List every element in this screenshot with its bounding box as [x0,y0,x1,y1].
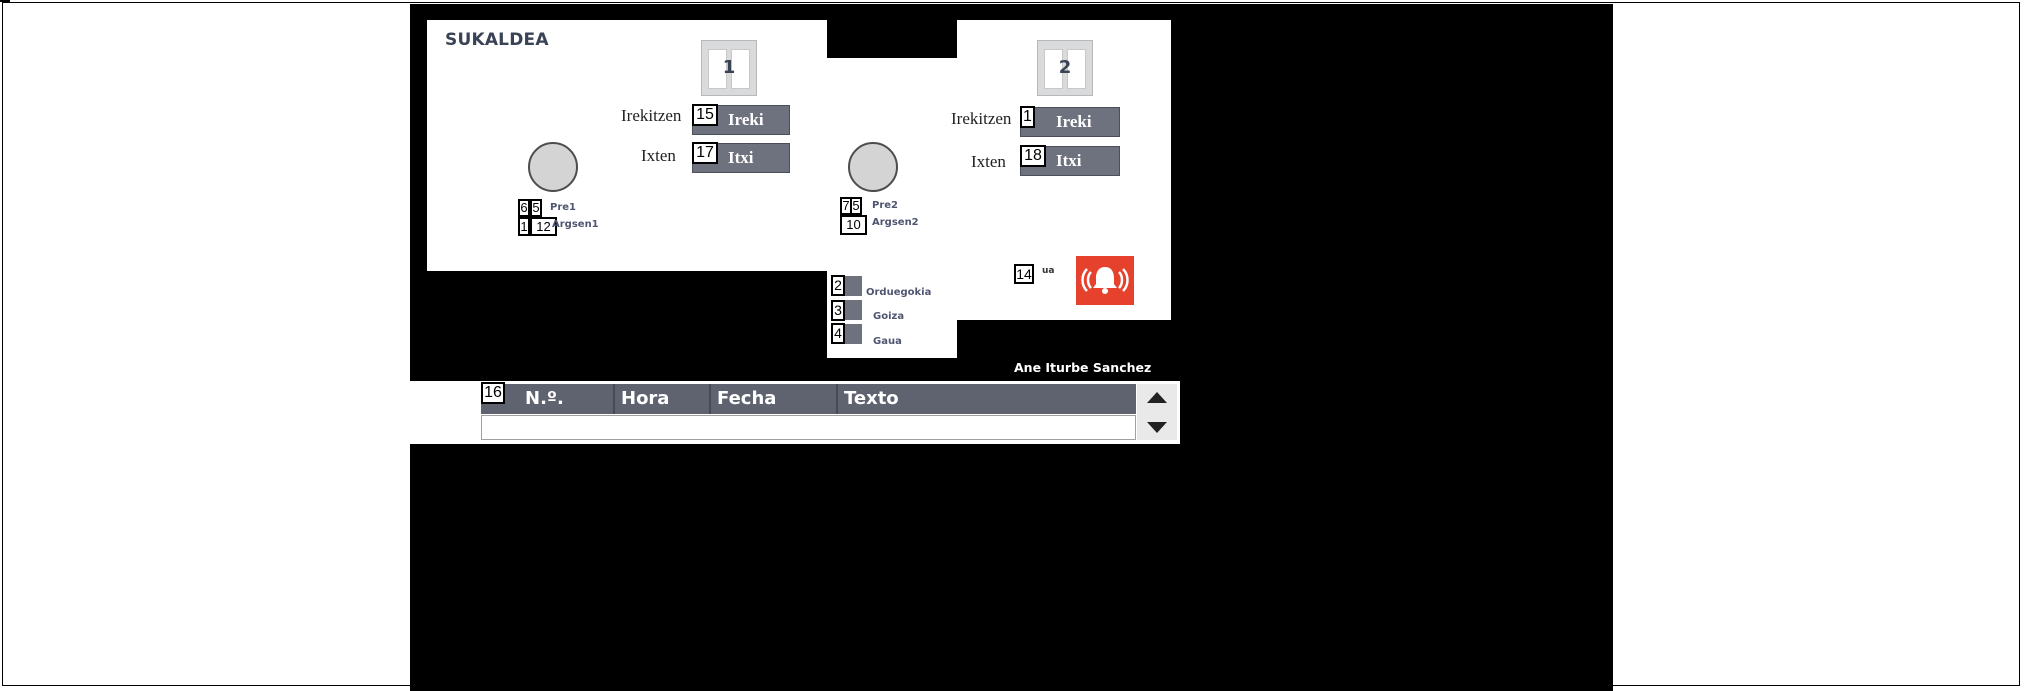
close-label: Ixten [971,152,1006,171]
window-1-icon: 1 [701,40,757,96]
alarm-label: ua [1042,266,1055,276]
tag-id: 10 [840,215,867,235]
sensor-label: Pre2 [872,200,899,211]
mode-button-orduegokia[interactable] [842,276,862,296]
scroll-down-icon[interactable] [1147,422,1167,433]
close-label: Ixten [641,146,676,165]
tag-id: 14 [1014,264,1034,284]
sensor-2-indicator [848,142,898,192]
open-window-2-button[interactable]: Ireki [1020,107,1120,137]
mode-label: Orduegokia [866,287,932,298]
button-label: Ireki [1056,112,1092,131]
window-number: 1 [722,57,736,78]
tag-id: 3 [831,300,845,321]
mode-label: Goiza [873,311,905,322]
column-divider [709,384,711,414]
window-number: 2 [1058,57,1072,78]
open-label: Irekitzen [621,106,682,125]
alarm-button[interactable] [1076,256,1134,305]
sensor-label: Argsen2 [872,217,919,228]
tag-id: 17 [692,142,718,164]
alarm-table-row[interactable] [481,415,1136,440]
corner-tick [0,0,10,2]
author-name: Ane Iturbe Sanchez [1014,360,1152,375]
tag-id: 4 [831,323,845,344]
tag-id: 1 [1020,106,1035,128]
window-2-icon: 2 [1037,40,1093,96]
tag-id: 15 [692,104,718,126]
mode-button-goiza[interactable] [842,300,862,320]
tag-id: 5 [850,197,862,215]
open-label: Irekitzen [951,109,1012,128]
button-label: Ireki [728,110,764,129]
top-notch [827,4,957,58]
column-header[interactable]: Hora [621,384,669,414]
column-header[interactable]: Texto [844,384,899,414]
scroll-up-icon[interactable] [1147,392,1167,403]
column-divider [613,384,615,414]
column-header[interactable]: Fecha [717,384,776,414]
tag-id: 16 [481,382,505,404]
tag-id: 18 [1020,145,1046,167]
tag-id: 5 [530,199,542,217]
button-label: Itxi [728,148,754,167]
alarm-table-header: N.º. Hora Fecha Texto [481,384,1136,414]
button-label: Itxi [1056,151,1082,170]
tag-id: 1 [518,217,530,236]
tag-id: 2 [831,275,845,296]
mode-label: Gaua [873,336,902,347]
column-divider [836,384,838,414]
sensor-1-indicator [528,142,578,192]
sensor-label: Pre1 [550,202,577,213]
table-area-edge [1180,360,1190,444]
column-header[interactable]: N.º. [525,384,564,414]
tag-id: 6 [518,199,530,217]
room-panel-right-edge [1168,20,1171,320]
alarm-bell-icon [1081,267,1129,294]
room-title: SUKALDEA [445,30,549,50]
sensor-label: Argsen1 [552,219,599,230]
bottom-right-notch [1055,320,1180,360]
mode-button-gaua[interactable] [842,324,862,344]
